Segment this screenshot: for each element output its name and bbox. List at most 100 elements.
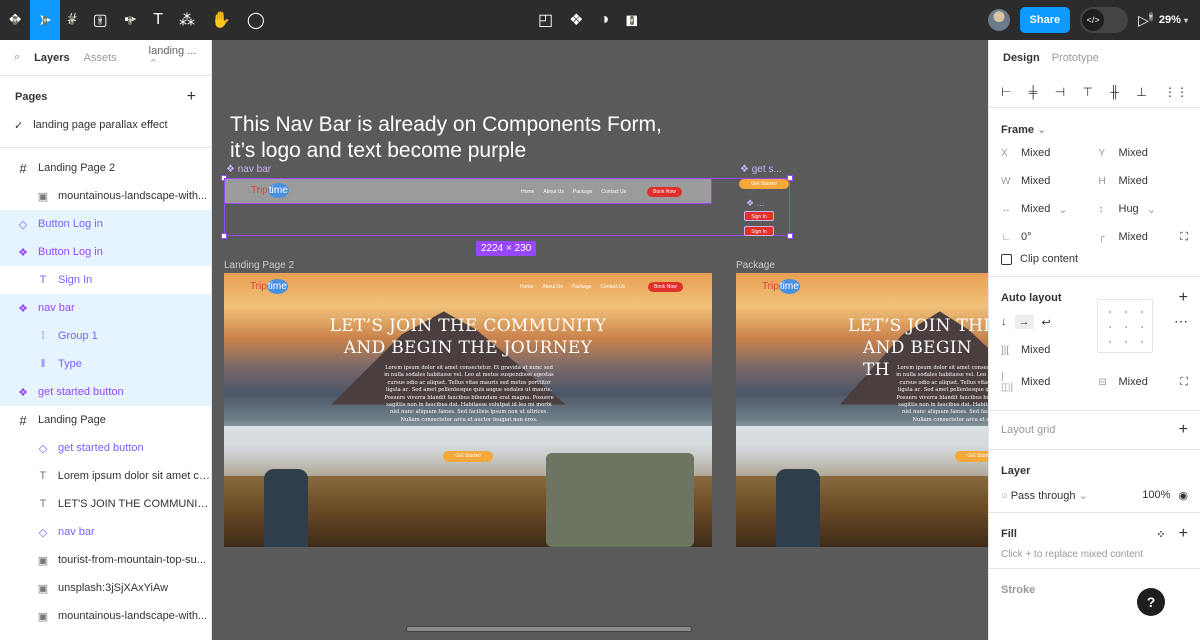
styles-icon[interactable]: ⁘	[1156, 529, 1165, 541]
layer-landing-page[interactable]: # Landing Page	[0, 406, 211, 434]
canvas[interactable]: This Nav Bar is already on Components Fo…	[212, 40, 988, 640]
height-mode-dropdown[interactable]: ↕ Hug ⌄	[1099, 200, 1189, 218]
boolean-button[interactable]: ◼▾	[617, 0, 646, 40]
package-frame[interactable]: Triptime LET’S JOIN THE AND BEGIN TH Lore…	[736, 273, 988, 547]
share-button[interactable]: Share	[1019, 7, 1071, 33]
help-button[interactable]: ?	[1137, 588, 1165, 616]
align-left-icon[interactable]: ⊢	[1001, 85, 1011, 99]
layer-type[interactable]: ‖ Type	[0, 350, 211, 378]
layer-get-started-button[interactable]: ◇ get started button	[0, 434, 211, 462]
rotation-field[interactable]: ∟ 0°	[1001, 228, 1091, 246]
layer-unsplash-image[interactable]: ▣ unsplash:3jSjXAxYiAw	[0, 574, 211, 602]
frame-tool-button[interactable]: #▾	[60, 0, 85, 40]
eye-icon[interactable]: ◉	[1178, 489, 1188, 502]
present-button[interactable]: ▷ ▾	[1138, 11, 1153, 29]
layer-button-log-in[interactable]: ◇ Button Log in	[0, 210, 211, 238]
crop-button[interactable]: ◰	[530, 0, 561, 40]
tab-layers[interactable]: Layers	[34, 52, 69, 64]
align-bottom-icon[interactable]: ⊥	[1136, 85, 1146, 99]
page-item[interactable]: ✓ landing page parallax effect	[0, 112, 211, 138]
clip-content-checkbox[interactable]: Clip content	[1001, 250, 1188, 268]
w-field[interactable]: W Mixed	[1001, 172, 1091, 190]
resize-handle[interactable]	[787, 233, 793, 239]
get-started-button[interactable]: Get Started	[443, 451, 493, 462]
add-layout-grid-button[interactable]: +	[1179, 421, 1188, 439]
x-field[interactable]: X Mixed	[1001, 144, 1091, 162]
get-started-component[interactable]: Get Started	[739, 179, 789, 189]
layer-hero-title[interactable]: T LET'S JOIN THE COMMUNIT...	[0, 490, 211, 518]
wrap-icon[interactable]: ↩	[1042, 316, 1051, 329]
frame-heading[interactable]: Frame ⌄	[1001, 123, 1046, 136]
book-now-button[interactable]: Book Now	[647, 187, 682, 197]
distribute-icon[interactable]: ⋮⋮	[1164, 85, 1188, 99]
independent-corners-icon[interactable]: ⛶	[1180, 231, 1188, 244]
move-tool-button[interactable]: ➤▾	[30, 0, 60, 40]
sign-in-component[interactable]: Sign In	[744, 211, 774, 221]
spacing-field[interactable]: ]|[Mixed	[1001, 341, 1188, 359]
nav-link-about[interactable]: About Us	[543, 189, 564, 195]
individual-padding-icon[interactable]: ⛶	[1180, 376, 1188, 389]
direction-right-icon[interactable]: →	[1014, 315, 1034, 329]
align-center-h-icon[interactable]: ╪	[1029, 85, 1038, 99]
opacity-value[interactable]: 100%	[1142, 489, 1170, 501]
nav-link-home[interactable]: Home	[521, 189, 534, 195]
sign-in-component-variant[interactable]: Sign In	[744, 226, 774, 236]
align-top-icon[interactable]: ⊤	[1083, 85, 1093, 99]
nav-link-home[interactable]: Home	[520, 284, 533, 290]
layer-mountainous-image[interactable]: ▣ mountainous-landscape-with...	[0, 182, 211, 210]
book-now-button[interactable]: Book Now	[648, 282, 683, 292]
tab-prototype[interactable]: Prototype	[1052, 52, 1099, 64]
layer-nav-bar-instance[interactable]: ◇ nav bar	[0, 518, 211, 546]
search-icon[interactable]: ⌕	[14, 51, 20, 64]
nav-link-contact[interactable]: Contact Us	[601, 189, 626, 195]
h-field[interactable]: H Mixed	[1099, 172, 1189, 190]
resize-handle[interactable]	[221, 233, 227, 239]
frame-label-landing-page-2[interactable]: Landing Page 2	[224, 260, 294, 271]
dev-mode-toggle[interactable]: </>	[1080, 7, 1129, 33]
add-auto-layout-button[interactable]: +	[1179, 289, 1188, 307]
layer-get-started-button-set[interactable]: ❖ get started button	[0, 378, 211, 406]
resources-button[interactable]: ⁂	[171, 0, 203, 40]
component-button[interactable]: ❖	[561, 0, 591, 40]
layer-button-log-in-set[interactable]: ❖ Button Log in	[0, 238, 211, 266]
radius-field[interactable]: ╭ Mixed ⛶	[1099, 228, 1189, 246]
avatar[interactable]	[987, 9, 1010, 31]
layer-nav-bar[interactable]: ❖ nav bar	[0, 294, 211, 322]
blend-mode-dropdown[interactable]: ○ Pass through ⌄	[1001, 489, 1088, 502]
direction-down-icon[interactable]: ↓	[1001, 316, 1007, 328]
layer-group-1[interactable]: ⁞ Group 1	[0, 322, 211, 350]
nav-link-contact[interactable]: Contact Us	[600, 284, 625, 290]
nav-link-about[interactable]: About Us	[542, 284, 563, 290]
nav-link-package[interactable]: Package	[573, 189, 592, 195]
y-field[interactable]: Y Mixed	[1099, 144, 1189, 162]
nav-link-package[interactable]: Package	[572, 284, 591, 290]
pen-tool-button[interactable]: ✒▾	[116, 0, 145, 40]
comment-tool-button[interactable]: ◯	[239, 0, 273, 40]
align-right-icon[interactable]: ⊣	[1055, 85, 1065, 99]
get-started-button[interactable]: Get Started	[955, 451, 988, 462]
nav-bar-frame-label[interactable]: ❖ nav bar	[226, 164, 271, 175]
tab-design[interactable]: Design	[1003, 52, 1040, 64]
vertical-padding-field[interactable]: ⊟ Mixed ⛶	[1099, 373, 1189, 391]
horizontal-scrollbar[interactable]	[406, 626, 692, 632]
layer-lorem-text[interactable]: T Lorem ipsum dolor sit amet co...	[0, 462, 211, 490]
more-options-icon[interactable]: ⋯	[1174, 313, 1188, 330]
frame-label-package[interactable]: Package	[736, 260, 775, 271]
tab-assets[interactable]: Assets	[84, 52, 117, 64]
align-center-v-icon[interactable]: ╫	[1110, 85, 1119, 99]
hand-tool-button[interactable]: ✋	[203, 0, 239, 40]
get-started-frame-label[interactable]: ❖ get s...	[740, 164, 782, 175]
add-page-button[interactable]: +	[187, 88, 196, 106]
landing-page-2-frame[interactable]: Triptime Home About Us Package Contact U…	[224, 273, 712, 547]
alignment-grid[interactable]	[1097, 299, 1153, 353]
nav-bar-component[interactable]: Triptime Home About Us Package Contact U…	[224, 178, 712, 204]
layer-sign-in[interactable]: T Sign In	[0, 266, 211, 294]
page-dropdown[interactable]: landing ... ⌃	[149, 45, 197, 70]
text-tool-button[interactable]: T	[145, 0, 171, 40]
horizontal-padding-field[interactable]: |◫| Mixed	[1001, 371, 1091, 393]
layer-tourist-image[interactable]: ▣ tourist-from-mountain-top-su...	[0, 546, 211, 574]
zoom-dropdown[interactable]: 29% ▾	[1159, 14, 1188, 26]
add-fill-button[interactable]: +	[1179, 525, 1188, 542]
layer-mountainous-image-2[interactable]: ▣ mountainous-landscape-with...	[0, 602, 211, 630]
layer-landing-page-2[interactable]: # Landing Page 2	[0, 154, 211, 182]
